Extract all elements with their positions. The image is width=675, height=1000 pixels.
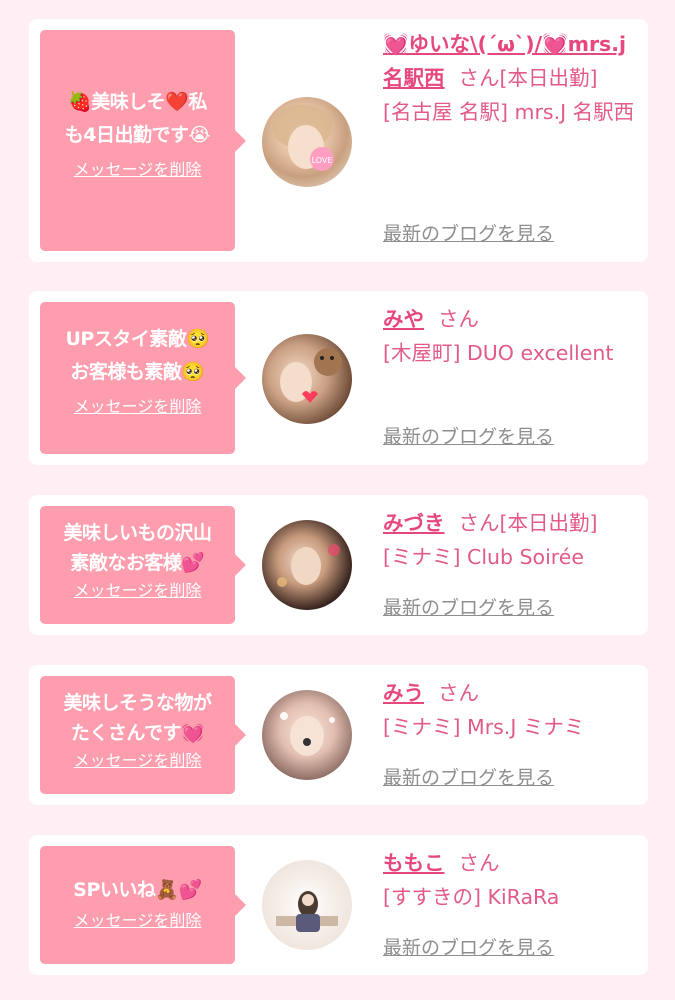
avatar[interactable] <box>262 690 352 780</box>
honorific: さん <box>438 681 479 705</box>
honorific: さん <box>458 851 500 875</box>
message-bubble: 美味しそうな物が たくさんです💓 メッセージを削除 <box>40 676 246 794</box>
delete-message-button[interactable]: メッセージを削除 <box>74 397 202 417</box>
message-card: SPいいね🧸💕 メッセージを削除 ももこ さん [すすきの] KiRaRa 最新の… <box>29 835 648 975</box>
message-text-line: 美味しそうな物が <box>63 692 212 714</box>
delete-message-button[interactable]: メッセージを削除 <box>74 751 202 771</box>
shop-name: [ミナミ] Club Soirée <box>383 545 584 569</box>
message-bubble: SPいいね🧸💕 メッセージを削除 <box>40 846 246 964</box>
status-badge: [本日出勤] <box>499 511 598 535</box>
message-bubble: 🍓美味しそ❤️私 も4日出勤です😭 メッセージを削除 <box>40 30 246 251</box>
avatar-photo <box>280 348 342 403</box>
avatar-photo <box>277 544 340 587</box>
svg-text:LOVE: LOVE <box>312 156 333 165</box>
honorific: さん <box>458 511 500 535</box>
shop-name: [木屋町] DUO excellent <box>383 341 614 365</box>
shop-name: [ミナミ] Mrs.J ミナミ <box>383 715 585 739</box>
sender-info: みう さん [ミナミ] Mrs.J ミナミ <box>383 676 641 744</box>
sender-name-link[interactable]: みう <box>383 681 424 705</box>
delete-message-button[interactable]: メッセージを削除 <box>74 911 202 931</box>
message-card: 🍓美味しそ❤️私 も4日出勤です😭 メッセージを削除 LOVE 💓ゆいな\(´ω… <box>29 19 648 262</box>
avatar[interactable] <box>262 520 352 610</box>
avatar-photo <box>276 891 338 932</box>
latest-blog-link[interactable]: 最新のブログを見る <box>383 596 554 620</box>
shop-name: [すすきの] KiRaRa <box>383 885 560 909</box>
message-text-line: 素敵なお客様💕 <box>70 552 205 574</box>
honorific: さん <box>458 66 500 90</box>
message-card: UPスタイ素敵🥺 お客様も素敵🥺 メッセージを削除 みや さん [木屋町] DUO… <box>29 291 648 465</box>
message-text-line: SPいいね🧸💕 <box>73 879 202 901</box>
message-card: 美味しそうな物が たくさんです💓 メッセージを削除 みう さん [ミナミ] Mrs… <box>29 665 648 805</box>
latest-blog-link[interactable]: 最新のブログを見る <box>383 425 554 449</box>
message-text-line: UPスタイ素敵🥺 <box>65 328 210 350</box>
message-text-line: お客様も素敵🥺 <box>70 361 205 383</box>
avatar-photo: LOVE <box>272 105 334 171</box>
message-bubble: UPスタイ素敵🥺 お客様も素敵🥺 メッセージを削除 <box>40 302 246 454</box>
sender-name-link[interactable]: みや <box>383 307 424 331</box>
status-badge: [本日出勤] <box>499 66 598 90</box>
honorific: さん <box>438 307 479 331</box>
sender-name-link[interactable]: ももこ <box>383 851 445 875</box>
message-card: 美味しいもの沢山 素敵なお客様💕 メッセージを削除 みづき さん[本日出勤] [ミ… <box>29 495 648 635</box>
message-bubble: 美味しいもの沢山 素敵なお客様💕 メッセージを削除 <box>40 506 246 624</box>
delete-message-button[interactable]: メッセージを削除 <box>74 160 202 180</box>
avatar-photo <box>280 712 335 756</box>
latest-blog-link[interactable]: 最新のブログを見る <box>383 222 554 246</box>
sender-name-link[interactable]: みづき <box>383 511 445 535</box>
message-text-line: 美味しいもの沢山 <box>63 522 212 544</box>
message-text-line: 🍓美味しそ❤️私 <box>68 91 207 113</box>
sender-info: みや さん [木屋町] DUO excellent <box>383 302 641 370</box>
shop-name: [名古屋 名駅] mrs.J 名駅西 <box>383 100 635 124</box>
delete-message-button[interactable]: メッセージを削除 <box>74 581 202 601</box>
latest-blog-link[interactable]: 最新のブログを見る <box>383 936 554 960</box>
sender-info: 💓ゆいな\(´ω`)/💓mrs.j名駅西 さん[本日出勤] [名古屋 名駅] mr… <box>383 27 641 129</box>
sender-info: みづき さん[本日出勤] [ミナミ] Club Soirée <box>383 506 641 574</box>
message-text-line: たくさんです💓 <box>70 722 205 744</box>
avatar[interactable]: LOVE <box>262 97 352 187</box>
sender-info: ももこ さん [すすきの] KiRaRa <box>383 846 641 914</box>
latest-blog-link[interactable]: 最新のブログを見る <box>383 766 554 790</box>
avatar[interactable] <box>262 860 352 950</box>
message-text-line: も4日出勤です😭 <box>64 124 211 146</box>
avatar[interactable] <box>262 334 352 424</box>
